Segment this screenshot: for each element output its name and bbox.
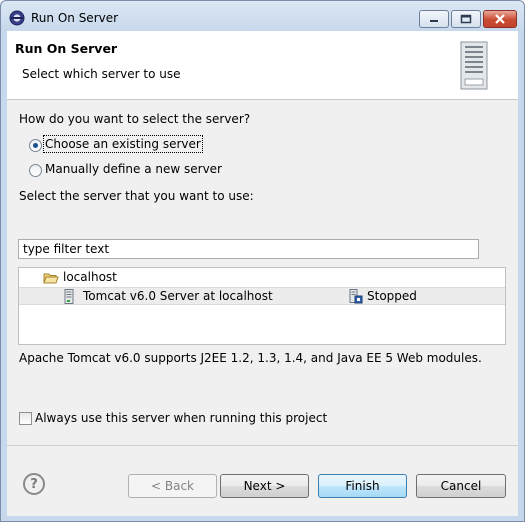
finish-button[interactable]: Finish <box>318 474 407 498</box>
close-icon <box>495 14 505 24</box>
cancel-button[interactable]: Cancel <box>416 474 506 498</box>
dialog-client: Run On Server Select which server to use… <box>7 31 518 516</box>
back-button[interactable]: < Back <box>128 474 217 498</box>
server-description: Apache Tomcat v6.0 supports J2EE 1.2, 1.… <box>19 351 482 365</box>
minimize-button[interactable] <box>419 10 449 28</box>
wizard-description: Select which server to use <box>22 67 181 81</box>
server-tree[interactable]: localhost Tomcat v6.0 Server at localhos… <box>18 267 506 345</box>
always-use-label[interactable]: Always use this server when running this… <box>35 411 327 425</box>
server-stopped-icon <box>349 289 363 304</box>
server-name: Tomcat v6.0 Server at localhost <box>83 289 273 303</box>
maximize-button[interactable] <box>451 10 481 28</box>
minimize-icon <box>430 20 438 22</box>
wizard-header: Run On Server Select which server to use <box>7 31 518 100</box>
always-use-checkbox[interactable] <box>19 412 32 425</box>
filter-input[interactable]: type filter text <box>18 239 479 259</box>
window-title: Run On Server <box>31 11 119 25</box>
help-icon: ? <box>30 476 38 492</box>
server-icon <box>64 289 74 304</box>
server-banner-icon <box>460 41 488 90</box>
title-bar[interactable]: Run On Server <box>1 1 524 35</box>
dialog-window: Run On Server Run On Server Select which… <box>0 0 525 522</box>
help-button[interactable]: ? <box>23 473 45 495</box>
maximize-icon <box>460 14 472 24</box>
radio-existing-server-label[interactable]: Choose an existing server <box>43 135 203 153</box>
wizard-title: Run On Server <box>15 41 118 56</box>
tree-row-tomcat-server[interactable]: Tomcat v6.0 Server at localhost Stopped <box>19 287 505 305</box>
tree-host-label: localhost <box>63 270 117 284</box>
next-button[interactable]: Next > <box>220 474 309 498</box>
eclipse-app-icon <box>9 10 25 26</box>
radio-existing-server-button[interactable] <box>29 139 42 152</box>
close-button[interactable] <box>483 10 517 28</box>
tree-node-localhost[interactable]: localhost <box>19 269 505 287</box>
radio-manual-server-button[interactable] <box>29 164 42 177</box>
radio-manual-server-label[interactable]: Manually define a new server <box>45 162 222 176</box>
button-bar: ? < Back Next > Finish Cancel <box>7 445 518 516</box>
question-label: How do you want to select the server? <box>19 112 251 126</box>
folder-open-icon <box>43 273 59 284</box>
server-select-label: Select the server that you want to use: <box>19 189 254 203</box>
server-state: Stopped <box>367 289 417 303</box>
wizard-body: How do you want to select the server? Ch… <box>7 100 518 445</box>
